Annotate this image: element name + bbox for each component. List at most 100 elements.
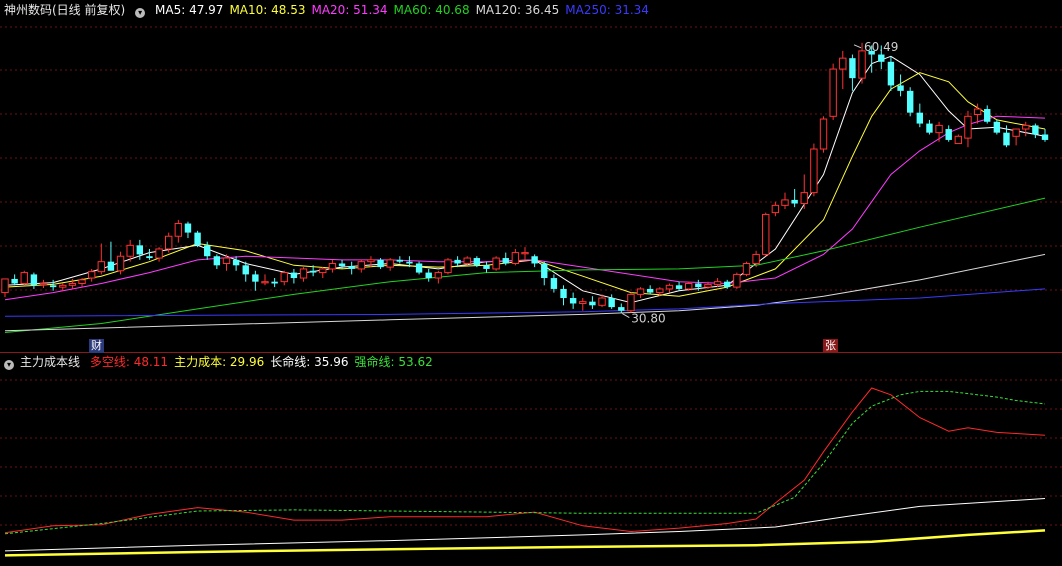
candle [425,268,432,282]
ma-legend-ma20: MA20: 51.34 [311,3,388,17]
candle [849,54,856,91]
candle [386,258,394,271]
candle [194,230,201,248]
ma-legend-ma5: MA5: 47.97 [155,3,224,17]
candle [636,287,645,299]
candle [107,241,115,271]
candle [627,292,635,313]
grid-lines [0,26,1062,526]
candle [531,254,538,268]
candle [502,252,509,266]
candle [116,251,125,275]
candle [213,254,221,269]
candle [810,143,818,197]
candle [887,56,895,91]
candle [993,119,1001,135]
indicator-legend-item: 长命线: 35.96 [270,355,349,369]
ma-line-ma250 [4,288,1046,317]
candle [926,119,933,135]
collapse-icon[interactable]: ▾ [135,8,146,18]
ma-legend-ma10: MA10: 48.53 [229,3,306,17]
candle [579,298,587,311]
candle [935,121,943,142]
high-pointer [853,44,862,49]
candle [800,174,808,209]
indicator-legend-item: 多空线: 48.11 [89,355,169,369]
candle [434,270,443,284]
candle [30,272,38,289]
ma-line-ma120 [4,253,1046,332]
candle [541,261,548,286]
high-price-label: 60.49 [864,40,898,54]
candle [742,261,751,277]
candlestick-series [1,42,1049,313]
candle [242,261,249,282]
candle [261,274,269,286]
candle [685,281,693,291]
finance-badge[interactable]: 财 [89,339,104,353]
candle [415,261,423,275]
candle [280,270,288,286]
collapse-icon[interactable]: ▾ [4,360,14,370]
candle [589,296,596,309]
candle [184,221,192,239]
indicator-legend-items: 多空线: 48.11 主力成本: 29.96 长命线: 35.96 强命线: 53.6… [90,355,439,369]
candle [984,105,991,124]
ma-legend-items: MA5: 47.97 MA10: 48.53 MA20: 51.34 MA60: 40… [155,3,655,17]
ma-line-ma5 [4,55,1046,304]
candle [78,278,86,288]
low-price-label: 30.80 [631,312,665,326]
indicator-title: 主力成本线 [20,355,81,369]
main-ma-lines [4,55,1046,333]
candle [608,294,615,309]
ma-line-ma10 [4,72,1046,297]
candle [348,261,355,275]
candle [511,248,520,266]
ma-legend-ma60: MA60: 40.68 [393,3,470,17]
candle [646,285,654,295]
candle [483,261,490,273]
candle [146,248,153,260]
candle [916,103,924,128]
indicator-legend-item: 主力成本: 29.96 [174,355,265,369]
candle [771,201,780,217]
candle [569,292,577,309]
candle [444,258,452,275]
candle [357,259,365,273]
candle [1022,121,1030,137]
candle [733,272,741,289]
candle [1041,129,1049,142]
candle [954,134,963,145]
candle [174,219,183,243]
indicator-line-主力成本 [4,529,1046,557]
candle [290,268,298,284]
candle [39,279,48,289]
candle [97,243,105,275]
indicator-lines [4,387,1046,557]
candle [945,125,952,142]
sub-legend: ▾ 主力成本线 多空线: 48.11 主力成本: 29.96 长命线: 35.96 强命… [0,353,445,371]
candle [492,256,500,271]
indicator-legend-item: 强命线: 53.62 [354,355,433,369]
candle [675,281,683,291]
candle [396,256,404,264]
main-legend: 神州数码(日线 前复权) ▾ MA5: 47.97 MA10: 48.53 MA20:… [0,1,661,19]
candle [1032,123,1039,139]
candle [1,278,9,298]
chart-canvas: 60.49 30.80 [0,26,1062,557]
candle [781,192,789,209]
price-annotations: 60.49 30.80 [622,40,898,326]
candle [791,188,798,208]
candle [319,267,327,279]
candle [618,303,625,313]
candle [155,247,163,262]
candle [252,270,259,291]
candle [271,278,278,288]
candle [299,267,308,282]
limit-up-badge[interactable]: 张 [823,339,838,353]
ma-legend-ma120: MA120: 36.45 [475,3,560,17]
candle [1012,128,1020,146]
candle [829,63,837,120]
ma-legend-ma250: MA250: 31.34 [565,3,649,17]
low-pointer [622,313,630,318]
